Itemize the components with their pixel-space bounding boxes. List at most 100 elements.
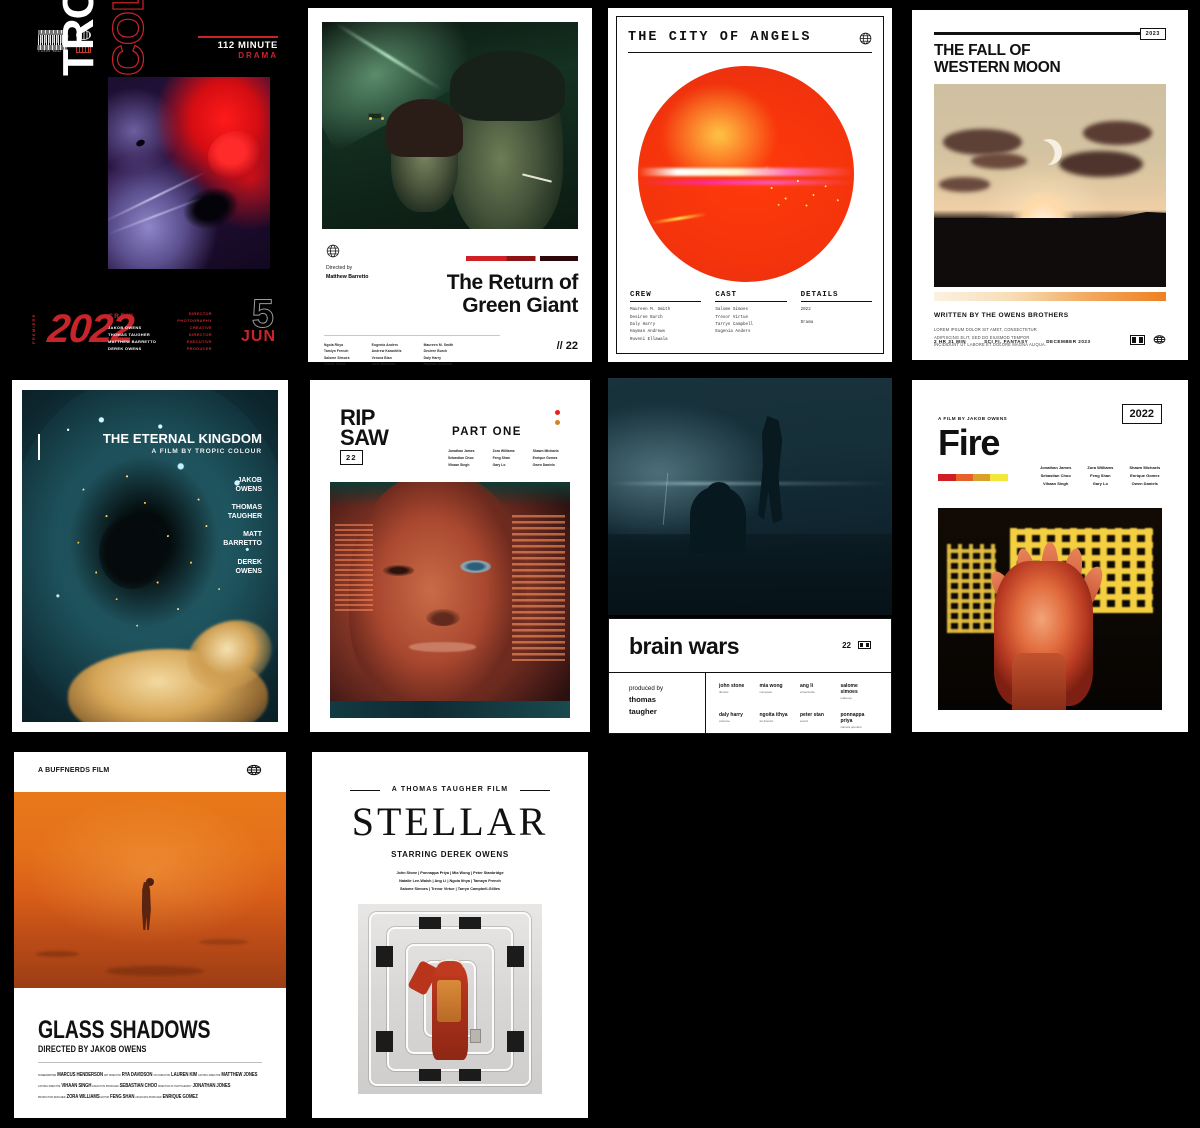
crew-column: CREW Maureen M. Smith Desiree Burch Daly…: [630, 291, 702, 344]
billing-name: LAUREN KIM: [171, 1072, 198, 1078]
crew-heading: CREW: [108, 313, 135, 320]
crew-grid: john stone director mia wong composer ang …: [719, 683, 875, 729]
billing-role: PRODUCTION DESIGNER: [38, 1095, 66, 1099]
stellar-artwork: [358, 904, 542, 1094]
divider: [934, 32, 1166, 35]
crew-item: salome simoes make-up: [841, 683, 876, 700]
western-moon-artwork: [934, 84, 1166, 287]
billing-block: SCREENWRITER MARCUS HENDERSON ART DIRECT…: [38, 1070, 300, 1103]
glass-shadows-artwork: [14, 792, 286, 988]
crew-item: peter stan sound: [800, 712, 835, 729]
billing-name: RYA DAVIDSON: [121, 1072, 153, 1078]
film-icon: [858, 641, 871, 649]
billing-row: PRODUCTION DESIGNER ZORA WILLIAMS EDITOR…: [38, 1092, 300, 1103]
poster-glass-shadows[interactable]: A BUFFNERDS FILM GLASS SHADOWS DIRECTED …: [0, 742, 300, 1128]
crew-name: ang li: [800, 683, 814, 689]
crew-name: peter stan: [800, 712, 824, 718]
tropic-colour-canvas: 0 123456 789012 112 MINUTE DRAMA TROPIC …: [0, 0, 300, 370]
poster-rip-saw[interactable]: RIP SAW 22 PART ONE Jonathan James Sebas…: [300, 370, 600, 742]
crew-name: DEREK OWENS: [108, 346, 142, 351]
part-label: PART ONE: [452, 426, 522, 438]
poster-fall-of-western-moon[interactable]: 2023 THE FALL OF WESTERN MOON WRITTEN BY…: [900, 0, 1200, 370]
billing-row: CASTING DIRECTOR VIHAAN SINGH EXECUTIVE …: [38, 1081, 300, 1092]
crew-role: director: [719, 690, 729, 694]
crew-item: daly harry costume: [719, 712, 754, 729]
format-icons: [1130, 333, 1166, 346]
crew-name: MATTHEW BARRETTO: [108, 339, 157, 344]
billing-role: EXECUTIVE PRODUCER: [92, 1084, 119, 1088]
crew-name: THOMAS TAUGHER: [108, 332, 151, 337]
crew-item: ang li screenwrite: [800, 683, 835, 700]
title-line-1: TROPIC: [54, 0, 103, 76]
globe-icon: [859, 32, 872, 45]
dolby-icon: [1130, 334, 1145, 345]
divider: [705, 673, 707, 733]
billing-role: ASSOCIATE PRODUCER: [135, 1095, 162, 1099]
director-name: Matthew Barretto: [326, 273, 369, 280]
title-line-1: THE FALL OF: [934, 42, 1031, 59]
billing-name: VIHAAN SINGH: [61, 1082, 92, 1089]
brain-wars-artwork: [608, 378, 892, 615]
cast-name: DEREK OWENS: [235, 558, 262, 575]
city-of-angels-canvas: THE CITY OF ANGELS CREW Maureen M. Smith…: [608, 8, 892, 362]
detail-genre: Drama: [800, 320, 814, 325]
page-title: GLASS SHADOWS: [38, 1016, 211, 1044]
cast-column: Maureen M. Smith Desiree Burch Daly Harr…: [423, 343, 454, 366]
title-line-2: SAW: [340, 425, 389, 451]
crew-item: mia wong composer: [760, 683, 795, 700]
poster-return-of-green-giant[interactable]: Directed by Matthew Barretto The Return …: [300, 0, 600, 370]
globe-icon: [326, 244, 340, 258]
green-giant-canvas: Directed by Matthew Barretto The Return …: [308, 8, 592, 366]
rip-saw-artwork: [330, 482, 570, 718]
billing-row: SCREENWRITER MARCUS HENDERSON ART DIRECT…: [38, 1070, 300, 1081]
poster-eternal-kingdom[interactable]: THE ETERNAL KINGDOM A FILM BY TROPIC COL…: [0, 370, 300, 742]
crew-role: costume: [719, 719, 730, 723]
empty-slot: [900, 742, 1200, 1128]
header: THE CITY OF ANGELS: [628, 30, 872, 45]
poster-city-of-angels[interactable]: THE CITY OF ANGELS CREW Maureen M. Smith…: [600, 0, 900, 370]
billing-name: FENG SHAN: [110, 1093, 135, 1100]
glass-shadows-canvas: A BUFFNERDS FILM GLASS SHADOWS DIRECTED …: [14, 752, 286, 1118]
city-of-angels-artwork: [638, 66, 854, 282]
title-line-2: Green Giant: [462, 293, 578, 317]
fire-artwork: [938, 508, 1162, 710]
issue-number: 22: [842, 641, 851, 650]
written-by-label: WRITTEN BY THE OWENS BROTHERS: [934, 312, 1069, 319]
producer-name-line-2: taugher: [629, 706, 657, 716]
divider: [198, 36, 278, 38]
crew-item: john stone director: [719, 683, 754, 700]
premiere-month: JUN: [240, 328, 276, 345]
poster-tropic-colour[interactable]: 0 123456 789012 112 MINUTE DRAMA TROPIC …: [0, 0, 300, 370]
page-title: THE FALL OF WESTERN MOON: [934, 42, 1061, 77]
cast-list: Jonathan James Sebastian Choo Vihaan Sin…: [1040, 464, 1160, 487]
billing-role: DIRECTOR OF PHOTOGRAPHY: [158, 1084, 192, 1088]
billing-name: SEBASTIAN CHOO: [119, 1082, 158, 1089]
crew-name: daly harry: [719, 712, 743, 718]
poster-brain-wars[interactable]: brain wars 22 produced by thomas taugher…: [600, 370, 900, 742]
cast-column: Ngola Rhya Tamlyn French Salome Simoes T…: [324, 343, 350, 366]
page-title: The Return of Green Giant: [388, 271, 579, 317]
poster-grid: 0 123456 789012 112 MINUTE DRAMA TROPIC …: [0, 0, 1200, 1128]
billing-role: CASTING DIRECTOR: [38, 1084, 61, 1088]
cast-column: Jonathan James Sebastian Choo Vihaan Sin…: [1040, 465, 1072, 486]
cast-names: Salome Simoes Trevor Virtue Tarryn Campb…: [715, 308, 754, 335]
crew-name: mia wong: [759, 683, 783, 689]
poster-fire[interactable]: A FILM BY JAKOB OWENS 2022 Fire Jonathan…: [900, 370, 1200, 742]
color-swatch-bar: [938, 474, 1008, 481]
crew-names: JAKOB OWENS THOMAS TAUGHER MATTHEW BARRE…: [108, 324, 156, 352]
billing-role: SCREENWRITER: [38, 1074, 57, 1077]
globe-icon: [246, 762, 262, 778]
crew-name: john stone: [719, 683, 745, 689]
year-badge: 2023: [1139, 28, 1166, 40]
a-film-by-label: A THOMAS TAUGHER FILM: [391, 786, 509, 793]
directed-by-label: Directed by: [326, 265, 353, 271]
cast-list: Jonathan James Sebastian Choo Vihaan Sin…: [448, 448, 559, 468]
studio-label: A BUFFNERDS FILM: [38, 767, 110, 774]
crew-names: Maureen M. Smith Desiree Burch Daly Harr…: [630, 308, 671, 342]
synopsis-text: LOREM IPSUM DOLOR SIT AMET, CONSECTETUR …: [934, 327, 1047, 348]
crew-name: ngoita ithya: [759, 712, 788, 718]
poster-stellar[interactable]: A THOMAS TAUGHER FILM STELLAR STARRING D…: [300, 742, 600, 1128]
billing-role: ART DIRECTOR: [103, 1074, 121, 1077]
empty-slot: [600, 742, 900, 1128]
title-line-2: WESTERN MOON: [934, 59, 1061, 77]
